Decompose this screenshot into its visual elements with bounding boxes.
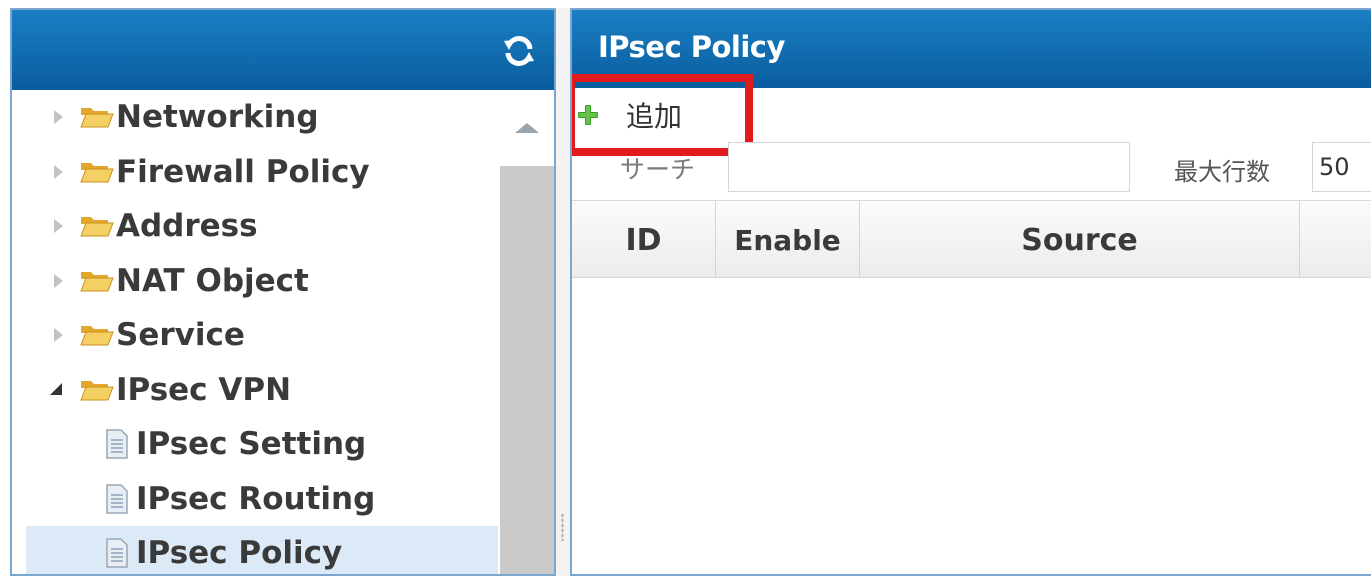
tree-item-nat-object[interactable]: NAT Object — [26, 254, 498, 309]
tree-item-label: IPsec Policy — [136, 535, 343, 572]
tree-item-label: IPsec Setting — [136, 426, 367, 463]
nav-tree: Networking Firewall Policy Address NAT O… — [26, 90, 498, 574]
column-header-enable[interactable]: Enable — [716, 201, 860, 279]
expand-arrow-icon[interactable] — [48, 107, 74, 127]
refresh-button[interactable] — [500, 32, 538, 70]
scroll-thumb[interactable] — [500, 166, 554, 574]
search-input[interactable] — [728, 142, 1130, 192]
expand-arrow-icon[interactable] — [48, 271, 74, 291]
app-window: Networking Firewall Policy Address NAT O… — [0, 0, 1371, 582]
table-header: ID Enable Source — [572, 200, 1371, 279]
tree-item-ipsec-vpn[interactable]: IPsec VPN — [26, 363, 498, 418]
ipsec-policy-panel: IPsec Policy 追加 サーチ 最大行数 ID Enable — [570, 8, 1371, 576]
search-label: サーチ — [620, 155, 696, 184]
tree-item-firewall-policy[interactable]: Firewall Policy — [26, 145, 498, 200]
tree-item-label: NAT Object — [116, 262, 309, 299]
tree-item-address[interactable]: Address — [26, 199, 498, 254]
tree-item-ipsec-policy[interactable]: IPsec Policy — [26, 526, 498, 574]
expand-arrow-icon[interactable] — [48, 325, 74, 345]
expand-arrow-icon[interactable] — [48, 162, 74, 182]
toolbar: 追加 — [572, 74, 1371, 156]
tree-item-label: Networking — [116, 99, 319, 136]
tree-item-ipsec-routing[interactable]: IPsec Routing — [26, 472, 498, 527]
page-icon — [106, 429, 128, 459]
folder-icon — [80, 271, 114, 292]
column-header-source[interactable]: Source — [860, 201, 1300, 279]
tree-item-label: IPsec VPN — [116, 371, 292, 408]
folder-icon — [80, 108, 114, 128]
folder-icon — [80, 217, 114, 237]
collapse-arrow-icon[interactable] — [48, 380, 74, 400]
expand-arrow-icon[interactable] — [48, 216, 74, 236]
tree-item-networking[interactable]: Networking — [26, 90, 498, 145]
tree-item-label: Service — [116, 317, 245, 354]
add-button-label: 追加 — [626, 100, 683, 133]
folder-icon — [80, 162, 114, 183]
tree-item-label: Firewall Policy — [116, 153, 370, 190]
page-icon — [106, 538, 128, 568]
panel-splitter[interactable] — [556, 8, 570, 576]
panel-header: IPsec Policy — [572, 10, 1371, 88]
folder-open-icon — [80, 380, 114, 401]
add-button[interactable]: 追加 — [572, 74, 753, 156]
page-title: IPsec Policy — [598, 30, 785, 64]
column-header-id[interactable]: ID — [572, 201, 716, 279]
scroll-up-button[interactable] — [500, 90, 554, 166]
plus-icon — [578, 105, 598, 125]
navigation-sidebar: Networking Firewall Policy Address NAT O… — [10, 8, 556, 576]
tree-item-label: IPsec Routing — [136, 480, 376, 517]
folder-icon — [80, 326, 114, 346]
tree-item-ipsec-setting[interactable]: IPsec Setting — [26, 417, 498, 472]
max-rows-input[interactable] — [1312, 142, 1371, 192]
tree-item-service[interactable]: Service — [26, 308, 498, 363]
sidebar-header — [12, 10, 554, 90]
sidebar-scrollbar[interactable] — [500, 90, 554, 574]
refresh-icon — [504, 36, 534, 66]
table-body — [572, 278, 1371, 574]
max-rows-label: 最大行数 — [1174, 158, 1270, 186]
column-header-next[interactable] — [1300, 201, 1371, 279]
splitter-grip-icon — [561, 513, 564, 541]
search-row: サーチ 最大行数 — [572, 142, 1371, 200]
page-icon — [106, 484, 128, 514]
tree-item-label: Address — [116, 208, 258, 245]
